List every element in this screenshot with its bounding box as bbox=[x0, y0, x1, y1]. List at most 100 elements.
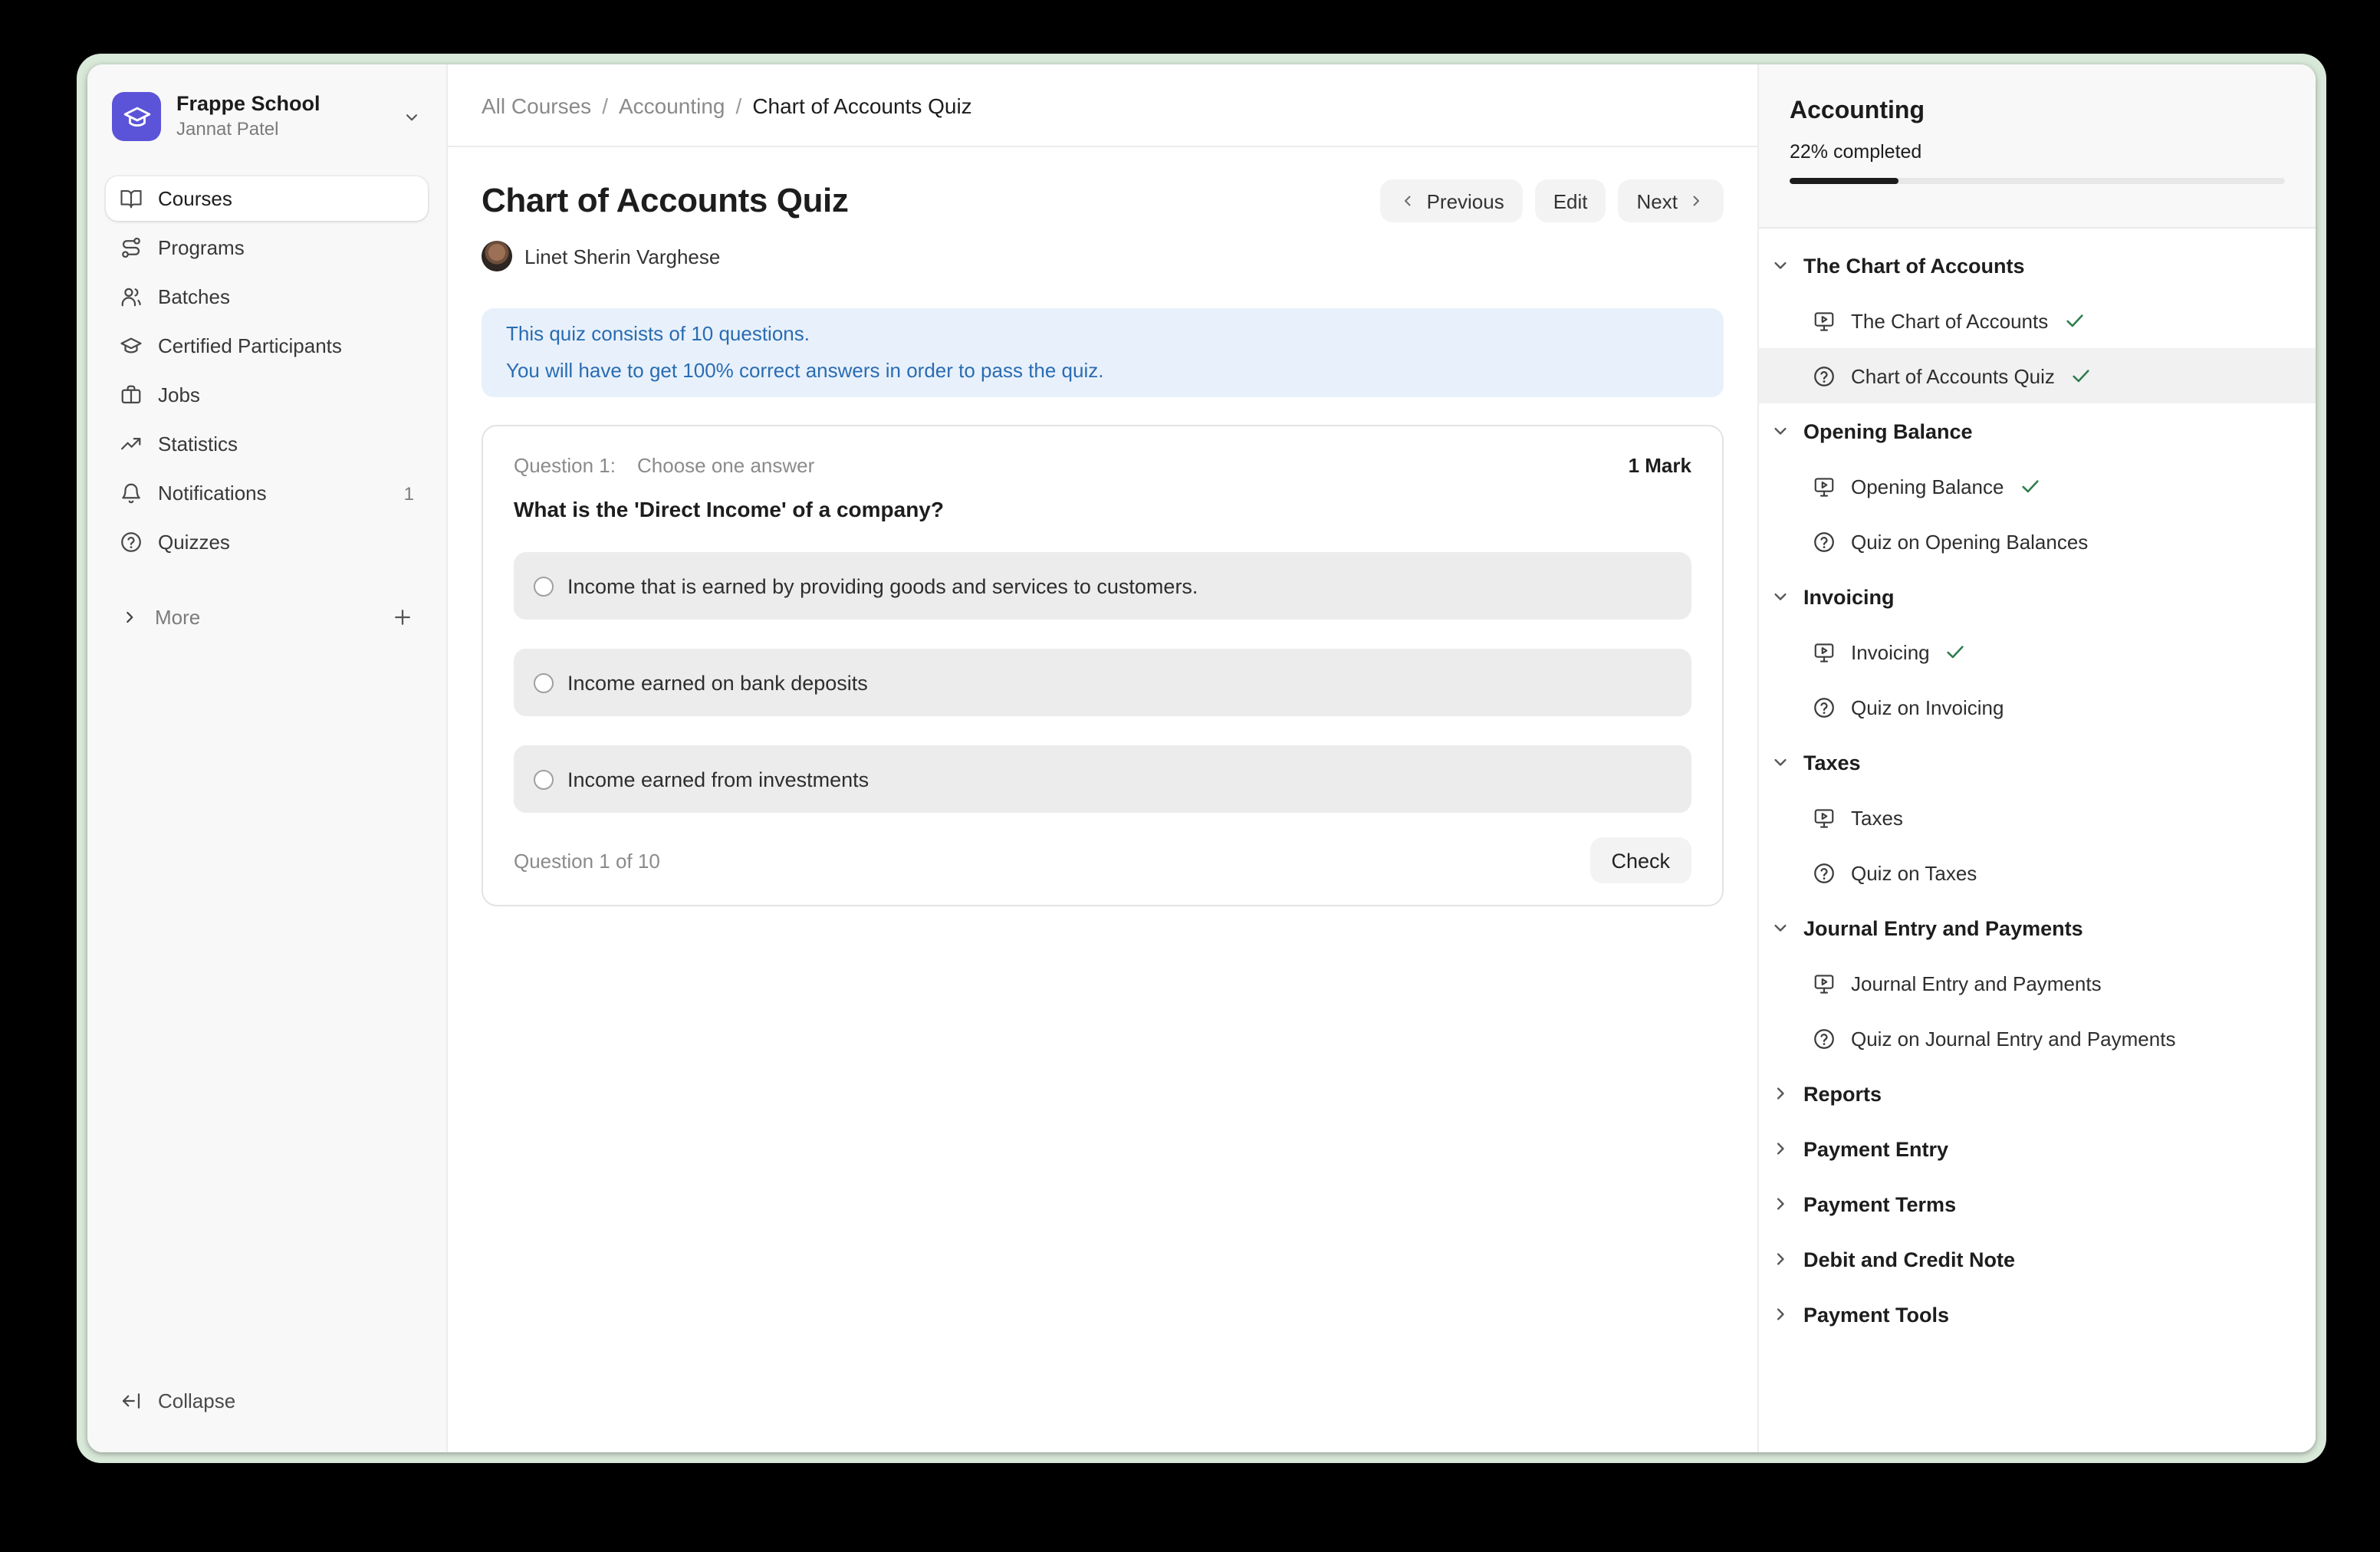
lesson-icon bbox=[1813, 475, 1836, 498]
chevron-right-icon bbox=[1770, 1304, 1791, 1325]
course-progress-label: 22% completed bbox=[1790, 140, 2285, 166]
quiz-icon bbox=[1813, 1027, 1836, 1050]
outline-lesson-the-chart-of-accounts[interactable]: The Chart of Accounts bbox=[1759, 293, 2316, 348]
edit-button[interactable]: Edit bbox=[1535, 179, 1606, 222]
chevron-right-icon bbox=[1770, 1193, 1791, 1215]
notifications-count-badge: 1 bbox=[404, 482, 414, 504]
breadcrumb-separator: / bbox=[602, 93, 608, 117]
breadcrumb-separator: / bbox=[736, 93, 742, 117]
breadcrumb: All Courses / Accounting / Chart of Acco… bbox=[448, 64, 1757, 147]
outline-lesson-taxes[interactable]: Taxes bbox=[1759, 790, 2316, 845]
outline-lesson-opening-balance[interactable]: Opening Balance bbox=[1759, 459, 2316, 514]
answer-option[interactable]: Income earned from investments bbox=[514, 745, 1691, 813]
user-name: Jannat Patel bbox=[176, 118, 386, 141]
chevron-right-icon bbox=[1687, 192, 1705, 210]
question-progress: Question 1 of 10 bbox=[514, 849, 660, 872]
brand-name: Frappe School bbox=[176, 92, 386, 118]
chevron-down-icon bbox=[1770, 255, 1791, 276]
outline-section-opening-balance[interactable]: Opening Balance bbox=[1759, 403, 2316, 459]
instruction-line: You will have to get 100% correct answer… bbox=[506, 353, 1699, 390]
sidebar-item-courses[interactable]: Courses bbox=[106, 176, 428, 221]
course-outline-header: Accounting 22% completed bbox=[1759, 64, 2316, 229]
outline-section-invoicing[interactable]: Invoicing bbox=[1759, 569, 2316, 624]
outline-lesson-journal-entry-and-payments[interactable]: Journal Entry and Payments bbox=[1759, 955, 2316, 1011]
bell-icon bbox=[120, 482, 143, 505]
quiz-icon bbox=[1813, 861, 1836, 884]
outline-section-reports[interactable]: Reports bbox=[1759, 1066, 2316, 1121]
chevron-down-icon bbox=[1770, 751, 1791, 773]
radio-button[interactable] bbox=[534, 769, 554, 789]
sidebar-item-quizzes[interactable]: Quizzes bbox=[106, 520, 428, 564]
question-card: Question 1: Choose one answer 1 Mark Wha… bbox=[482, 425, 1724, 906]
course-outline-tree: The Chart of Accounts The Chart of Accou… bbox=[1759, 229, 2316, 1452]
sidebar-item-statistics[interactable]: Statistics bbox=[106, 422, 428, 466]
previous-button[interactable]: Previous bbox=[1381, 179, 1523, 222]
next-button[interactable]: Next bbox=[1619, 179, 1724, 222]
sidebar-nav: Courses Programs Batches Certified Parti… bbox=[106, 176, 428, 569]
course-title: Accounting bbox=[1790, 95, 2285, 129]
question-instruction: Choose one answer bbox=[637, 451, 814, 482]
workspace-switcher[interactable]: Frappe School Jannat Patel bbox=[106, 86, 428, 147]
chevron-down-icon bbox=[1770, 917, 1791, 939]
chevron-down-icon bbox=[1770, 420, 1791, 442]
course-outline-panel: Accounting 22% completed The Chart of Ac… bbox=[1757, 64, 2316, 1452]
breadcrumb-all-courses[interactable]: All Courses bbox=[482, 93, 591, 117]
outline-lesson-invoicing[interactable]: Invoicing bbox=[1759, 624, 2316, 679]
frappe-school-logo bbox=[112, 92, 161, 141]
help-circle-icon bbox=[120, 531, 143, 554]
quiz-icon bbox=[1813, 695, 1836, 718]
instruction-line: This quiz consists of 10 questions. bbox=[506, 316, 1699, 353]
sidebar-item-label: Jobs bbox=[158, 383, 200, 406]
trending-up-icon bbox=[120, 432, 143, 455]
outline-section-payment-tools[interactable]: Payment Tools bbox=[1759, 1287, 2316, 1342]
sidebar-item-jobs[interactable]: Jobs bbox=[106, 373, 428, 417]
sidebar-item-label: Batches bbox=[158, 285, 230, 308]
quiz-icon bbox=[1813, 364, 1836, 387]
outline-quiz-on-taxes[interactable]: Quiz on Taxes bbox=[1759, 845, 2316, 900]
sidebar-item-notifications[interactable]: Notifications 1 bbox=[106, 471, 428, 515]
radio-button[interactable] bbox=[534, 672, 554, 692]
page-title: Chart of Accounts Quiz bbox=[482, 178, 1381, 224]
plus-icon[interactable] bbox=[391, 606, 414, 629]
briefcase-icon bbox=[120, 383, 143, 406]
outline-section-the-chart-of-accounts[interactable]: The Chart of Accounts bbox=[1759, 238, 2316, 293]
sidebar-more-toggle[interactable]: More bbox=[106, 595, 428, 640]
check-answer-button[interactable]: Check bbox=[1589, 837, 1691, 883]
lesson-icon bbox=[1813, 972, 1836, 995]
check-icon bbox=[1945, 641, 1967, 663]
sidebar-item-certified-participants[interactable]: Certified Participants bbox=[106, 324, 428, 368]
chevron-right-icon bbox=[1770, 1248, 1791, 1270]
lesson-icon bbox=[1813, 640, 1836, 663]
check-icon bbox=[2070, 365, 2092, 386]
outline-section-payment-entry[interactable]: Payment Entry bbox=[1759, 1121, 2316, 1176]
sidebar-item-programs[interactable]: Programs bbox=[106, 225, 428, 270]
radio-button[interactable] bbox=[534, 576, 554, 596]
breadcrumb-accounting[interactable]: Accounting bbox=[619, 93, 725, 117]
outline-section-journal-entry-and-payments[interactable]: Journal Entry and Payments bbox=[1759, 900, 2316, 955]
outline-quiz-on-opening-balances[interactable]: Quiz on Opening Balances bbox=[1759, 514, 2316, 569]
answer-option[interactable]: Income earned on bank deposits bbox=[514, 649, 1691, 716]
sidebar-item-label: Certified Participants bbox=[158, 334, 342, 357]
more-label: More bbox=[155, 606, 200, 629]
collapse-sidebar-button[interactable]: Collapse bbox=[106, 1379, 428, 1423]
window-frame: Frappe School Jannat Patel Courses Progr… bbox=[77, 54, 2326, 1463]
sidebar-item-label: Notifications bbox=[158, 482, 267, 505]
outline-quiz-chart-of-accounts-quiz[interactable]: Chart of Accounts Quiz bbox=[1759, 348, 2316, 403]
outline-quiz-on-journal-entry-and-payments[interactable]: Quiz on Journal Entry and Payments bbox=[1759, 1011, 2316, 1066]
chevron-left-icon bbox=[1399, 192, 1418, 210]
outline-section-taxes[interactable]: Taxes bbox=[1759, 735, 2316, 790]
answer-option[interactable]: Income that is earned by providing goods… bbox=[514, 552, 1691, 620]
lesson-icon bbox=[1813, 309, 1836, 332]
book-open-icon bbox=[120, 187, 143, 210]
answer-options: Income that is earned by providing goods… bbox=[514, 552, 1691, 813]
collapse-icon bbox=[120, 1389, 143, 1412]
outline-section-payment-terms[interactable]: Payment Terms bbox=[1759, 1176, 2316, 1231]
outline-quiz-on-invoicing[interactable]: Quiz on Invoicing bbox=[1759, 679, 2316, 735]
route-icon bbox=[120, 236, 143, 259]
collapse-label: Collapse bbox=[158, 1389, 235, 1412]
outline-section-debit-and-credit-note[interactable]: Debit and Credit Note bbox=[1759, 1231, 2316, 1287]
sidebar-item-batches[interactable]: Batches bbox=[106, 275, 428, 319]
quiz-page: Chart of Accounts Quiz Previous Edit Nex… bbox=[448, 147, 1757, 1452]
sidebar-item-label: Quizzes bbox=[158, 531, 230, 554]
lesson-icon bbox=[1813, 806, 1836, 829]
